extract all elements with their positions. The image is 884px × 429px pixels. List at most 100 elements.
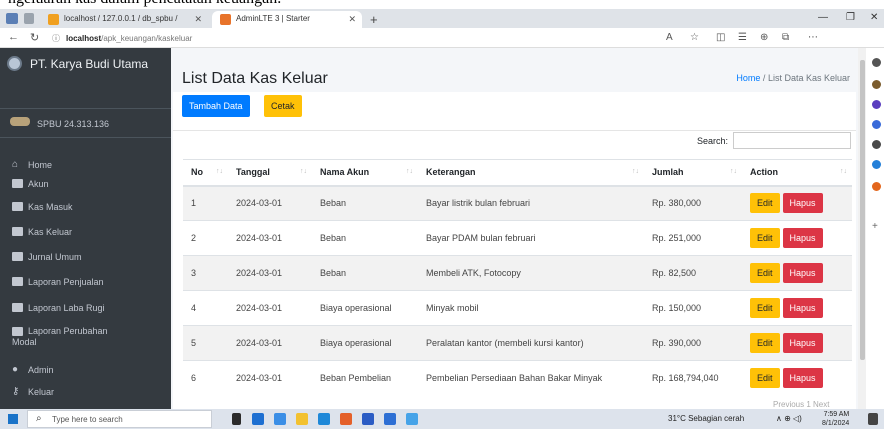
edge-browser-icon[interactable] bbox=[252, 413, 264, 425]
add-data-button[interactable]: Tambah Data bbox=[182, 95, 250, 117]
favorites-icon[interactable]: ☰ bbox=[738, 32, 747, 43]
clock[interactable]: 7:59 AM 8/1/2024 bbox=[822, 410, 849, 428]
profile-icon[interactable] bbox=[6, 13, 18, 24]
copilot-icon[interactable] bbox=[872, 140, 881, 149]
back-icon[interactable]: ← bbox=[8, 31, 19, 43]
sort-icon: ↑↓ bbox=[840, 168, 847, 175]
file-explorer-icon[interactable] bbox=[296, 413, 308, 425]
user-icon: ● bbox=[12, 364, 19, 375]
sidebar-item-label: Admin bbox=[28, 365, 54, 375]
column-header-tanggal[interactable]: Tanggal ↑↓ bbox=[228, 159, 312, 187]
delete-button[interactable]: Hapus bbox=[782, 263, 823, 283]
sidebar-item-akun[interactable]: Akun bbox=[0, 174, 171, 196]
tab-actions-icon[interactable] bbox=[24, 13, 34, 24]
edit-button[interactable]: Edit bbox=[750, 368, 780, 389]
games-icon[interactable] bbox=[872, 120, 881, 129]
sidebar-item-kas-masuk[interactable]: Kas Masuk bbox=[0, 197, 171, 219]
more-icon[interactable]: ⋯ bbox=[808, 32, 818, 43]
column-header-no[interactable]: No ↑↓ bbox=[183, 159, 228, 187]
search-input[interactable] bbox=[733, 132, 851, 149]
column-header-jumlah[interactable]: Jumlah ↑↓ bbox=[644, 159, 742, 187]
extensions-icon[interactable]: ⧉ bbox=[782, 32, 789, 43]
shopping-icon[interactable] bbox=[872, 80, 881, 89]
column-header-action[interactable]: Action ↑↓ bbox=[742, 159, 852, 187]
edit-button[interactable]: Edit bbox=[750, 333, 780, 353]
browser-tab-bar: localhost / 127.0.0.1 / db_spbu / ✕ Admi… bbox=[0, 9, 884, 28]
column-header-label: Action bbox=[750, 167, 778, 178]
url-field[interactable]: ⓘ localhost/apk_keuangan/kaskeluar bbox=[52, 33, 192, 44]
xampp-icon[interactable] bbox=[340, 413, 352, 425]
sidebar-item-label: Akun bbox=[28, 179, 49, 189]
delete-button[interactable]: Hapus bbox=[782, 298, 823, 318]
close-icon[interactable]: ✕ bbox=[194, 14, 202, 25]
phpmyadmin-icon bbox=[48, 14, 59, 25]
brand-link[interactable]: PT. Karya Budi Utama bbox=[0, 48, 171, 88]
table-row: 4 2024-03-01 Biaya operasional Minyak mo… bbox=[183, 290, 852, 326]
new-tab-icon[interactable]: + bbox=[370, 12, 378, 27]
sidebar-item-jurnal-umum[interactable]: Jurnal Umum bbox=[0, 247, 171, 269]
sidebar-item-laporan-penjualan[interactable]: Laporan Penjualan bbox=[0, 272, 171, 294]
delete-button[interactable]: Hapus bbox=[782, 193, 823, 214]
delete-button[interactable]: Hapus bbox=[782, 368, 823, 389]
edit-button[interactable]: Edit bbox=[750, 298, 780, 318]
tab-phpmyadmin[interactable]: localhost / 127.0.0.1 / db_spbu / ✕ bbox=[40, 11, 208, 28]
tools-icon[interactable] bbox=[872, 100, 881, 109]
cell-tanggal: 2024-03-01 bbox=[228, 290, 312, 326]
minimize-icon[interactable]: — bbox=[818, 12, 828, 23]
sidebar-item-keluar[interactable]: ⚷ Keluar bbox=[0, 382, 171, 404]
weather-widget[interactable]: 31°C Sebagian cerah bbox=[668, 414, 744, 423]
sidebar-item-laporan-perubahan-modal[interactable]: Laporan Perubahan Modal bbox=[0, 322, 171, 352]
office-icon[interactable] bbox=[872, 182, 881, 191]
sidebar-item-laporan-laba-rugi[interactable]: Laporan Laba Rugi bbox=[0, 298, 171, 320]
close-window-icon[interactable]: ✕ bbox=[870, 12, 878, 23]
edit-button[interactable]: Edit bbox=[750, 263, 780, 283]
add-sidebar-icon[interactable]: + bbox=[872, 222, 881, 232]
notification-icon[interactable] bbox=[868, 413, 878, 425]
collections-icon[interactable]: ⊕ bbox=[760, 32, 768, 43]
cell-tanggal: 2024-03-01 bbox=[228, 360, 312, 396]
user-name: SPBU 24.313.136 bbox=[37, 119, 110, 129]
scrollbar-thumb[interactable] bbox=[860, 60, 865, 360]
sort-icon: ↑↓ bbox=[406, 168, 413, 175]
photos-icon[interactable] bbox=[406, 413, 418, 425]
word-icon[interactable] bbox=[362, 413, 374, 425]
caption-strip: ngeluaran kas dalam pencatatan keuangan. bbox=[0, 0, 884, 9]
store-icon[interactable] bbox=[274, 413, 286, 425]
sidebar-item-admin[interactable]: ● Admin bbox=[0, 360, 171, 382]
outlook-icon[interactable] bbox=[872, 160, 881, 169]
column-header-nama-akun[interactable]: Nama Akun ↑↓ bbox=[312, 159, 418, 187]
cell-keterangan: Bayar PDAM bulan februari bbox=[418, 220, 644, 256]
print-button[interactable]: Cetak bbox=[264, 95, 302, 117]
user-panel[interactable]: SPBU 24.313.136 bbox=[0, 108, 171, 138]
edit-button[interactable]: Edit bbox=[750, 193, 780, 214]
column-header-keterangan[interactable]: Keterangan ↑↓ bbox=[418, 159, 644, 187]
search-sidebar-icon[interactable] bbox=[872, 58, 881, 67]
tab-adminlte[interactable]: AdminLTE 3 | Starter ✕ bbox=[212, 11, 362, 28]
favorite-star-icon[interactable]: ☆ bbox=[690, 32, 699, 43]
windows-start-icon[interactable] bbox=[8, 414, 18, 424]
chrome-like-icon[interactable] bbox=[318, 413, 330, 425]
edit-button[interactable]: Edit bbox=[750, 228, 780, 248]
envelope-icon bbox=[12, 277, 23, 286]
delete-button[interactable]: Hapus bbox=[782, 228, 823, 248]
table-row: 5 2024-03-01 Biaya operasional Peralatan… bbox=[183, 325, 852, 361]
read-aloud-icon[interactable]: A bbox=[666, 32, 673, 43]
taskbar-search[interactable]: ⌕ Type here to search bbox=[27, 410, 212, 428]
envelope-icon bbox=[12, 227, 23, 236]
refresh-icon[interactable]: ↻ bbox=[30, 31, 39, 44]
split-screen-icon[interactable]: ◫ bbox=[716, 32, 725, 43]
sort-icon: ↑↓ bbox=[300, 168, 307, 175]
sidebar-item-kas-keluar[interactable]: Kas Keluar bbox=[0, 222, 171, 244]
cell-no: 6 bbox=[183, 360, 228, 396]
breadcrumb-home-link[interactable]: Home bbox=[736, 73, 760, 83]
info-icon[interactable]: ⓘ bbox=[52, 34, 60, 43]
restore-icon[interactable]: ❐ bbox=[846, 12, 855, 23]
delete-button[interactable]: Hapus bbox=[782, 333, 823, 353]
brand-name: PT. Karya Budi Utama bbox=[30, 57, 149, 71]
vscode-icon[interactable] bbox=[384, 413, 396, 425]
column-header-label: Nama Akun bbox=[320, 167, 370, 178]
close-icon[interactable]: ✕ bbox=[348, 14, 356, 25]
system-tray-icons[interactable]: ∧ ⊕ ◁) bbox=[776, 414, 802, 423]
tab-label: localhost / 127.0.0.1 / db_spbu / bbox=[64, 14, 178, 23]
task-view-icon[interactable] bbox=[232, 413, 241, 425]
